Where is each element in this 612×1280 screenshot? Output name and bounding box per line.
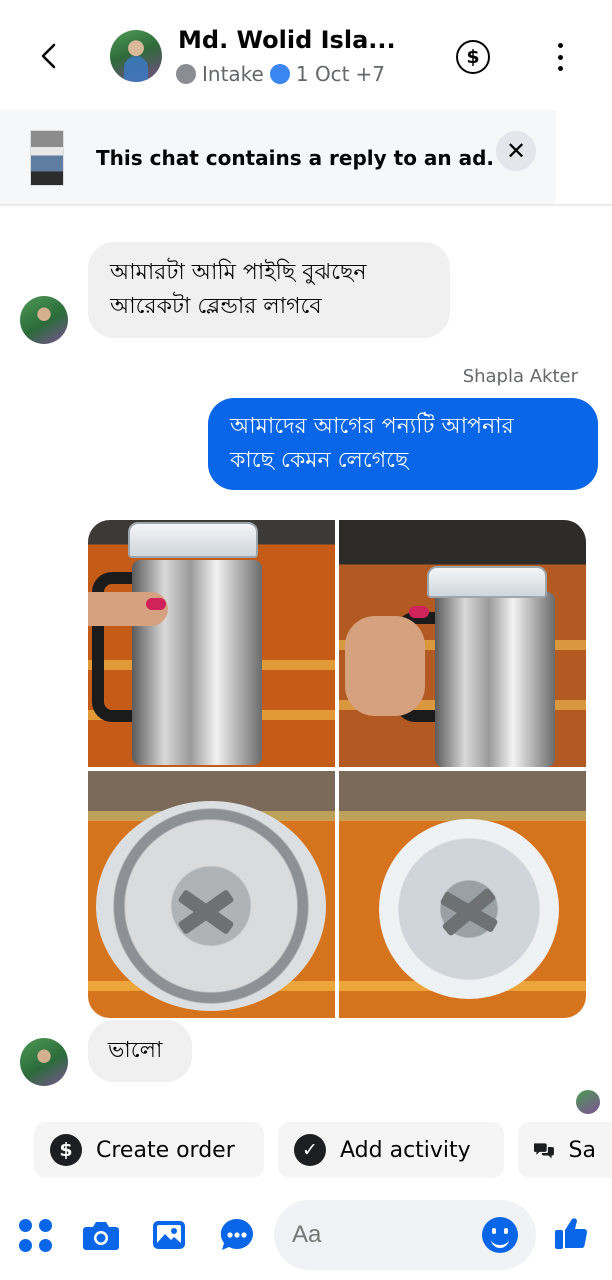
message-text: আমাদের আগের পন্যটি আপনার [230, 414, 514, 439]
chip-label: Add activity [340, 1137, 471, 1163]
back-button[interactable] [30, 36, 66, 76]
photo[interactable] [88, 520, 335, 767]
payment-button[interactable]: $ [456, 40, 490, 74]
photo-grid[interactable] [88, 520, 586, 1018]
close-banner-button[interactable]: ✕ [496, 131, 536, 171]
contact-tags[interactable]: Intake 1 Oct +7 [176, 62, 385, 86]
photo[interactable] [339, 771, 586, 1018]
sender-name: Shapla Akter [462, 366, 578, 387]
more-options-button[interactable] [548, 40, 572, 74]
ad-reply-banner: This chat contains a reply to an ad. ✕ [0, 110, 556, 204]
apps-button[interactable] [16, 1216, 54, 1254]
like-button[interactable] [552, 1214, 590, 1252]
chat-bubbles-icon [534, 1143, 554, 1159]
message-bubble-outgoing[interactable]: আমাদের আগের পন্যটি আপনার কাছে কেমন লেগেছ… [208, 398, 598, 490]
more-tags-count: +7 [355, 62, 386, 86]
chip-label: Sa [568, 1137, 596, 1163]
seen-avatar [576, 1090, 600, 1114]
divider [0, 204, 612, 207]
like-icon [555, 1218, 588, 1249]
chevron-left-icon [41, 43, 56, 69]
create-order-button[interactable]: $ Create order [34, 1122, 264, 1178]
message-text: ভালো [108, 1038, 163, 1063]
gallery-button[interactable] [150, 1216, 188, 1254]
sender-avatar[interactable] [20, 296, 68, 344]
quick-actions-bar: $ Create order ✓ Add activity Sa [0, 1120, 612, 1180]
ad-thumbnail[interactable] [30, 130, 64, 186]
message-input-container[interactable] [274, 1200, 536, 1270]
message-text: কাছে কেমন লেগেছে [230, 448, 409, 473]
gallery-icon [153, 1221, 185, 1249]
dollar-icon: $ [50, 1134, 82, 1166]
label-dot-icon [176, 64, 196, 84]
emoji-icon[interactable] [482, 1217, 518, 1253]
dollar-icon: $ [466, 46, 480, 68]
chip-label: Create order [96, 1137, 235, 1163]
date-dot-icon [269, 64, 290, 84]
close-icon: ✕ [505, 137, 527, 165]
check-circle-icon: ✓ [294, 1134, 326, 1166]
camera-button[interactable] [82, 1216, 120, 1254]
contact-name[interactable]: Md. Wolid Isla... [178, 26, 396, 54]
message-text: আরেকটা ব্লেন্ডার লাগবে [110, 294, 322, 319]
photo[interactable] [88, 771, 335, 1018]
date-tag: 1 Oct [295, 62, 350, 86]
camera-icon [83, 1222, 119, 1250]
saved-replies-button[interactable]: Sa [518, 1122, 612, 1178]
contact-avatar[interactable] [110, 30, 162, 82]
message-text: আমারটা আমি পাইছি বুঝছেন [110, 260, 367, 285]
photo[interactable] [339, 520, 586, 767]
message-bubble-incoming[interactable]: আমারটা আমি পাইছি বুঝছেন আরেকটা ব্লেন্ডার… [88, 242, 450, 338]
message-bubble-incoming[interactable]: ভালো [88, 1020, 192, 1082]
ad-banner-text: This chat contains a reply to an ad. [96, 146, 494, 170]
chat-more-icon [220, 1218, 253, 1250]
message-input[interactable] [292, 1214, 472, 1256]
add-activity-button[interactable]: ✓ Add activity [278, 1122, 504, 1178]
apps-icon [18, 1218, 52, 1252]
chat-more-button[interactable] [218, 1216, 256, 1254]
chat-header: Md. Wolid Isla... Intake 1 Oct +7 $ [0, 0, 612, 110]
sender-avatar[interactable] [20, 1038, 68, 1086]
label-tag: Intake [202, 62, 264, 86]
message-composer [0, 1196, 612, 1280]
